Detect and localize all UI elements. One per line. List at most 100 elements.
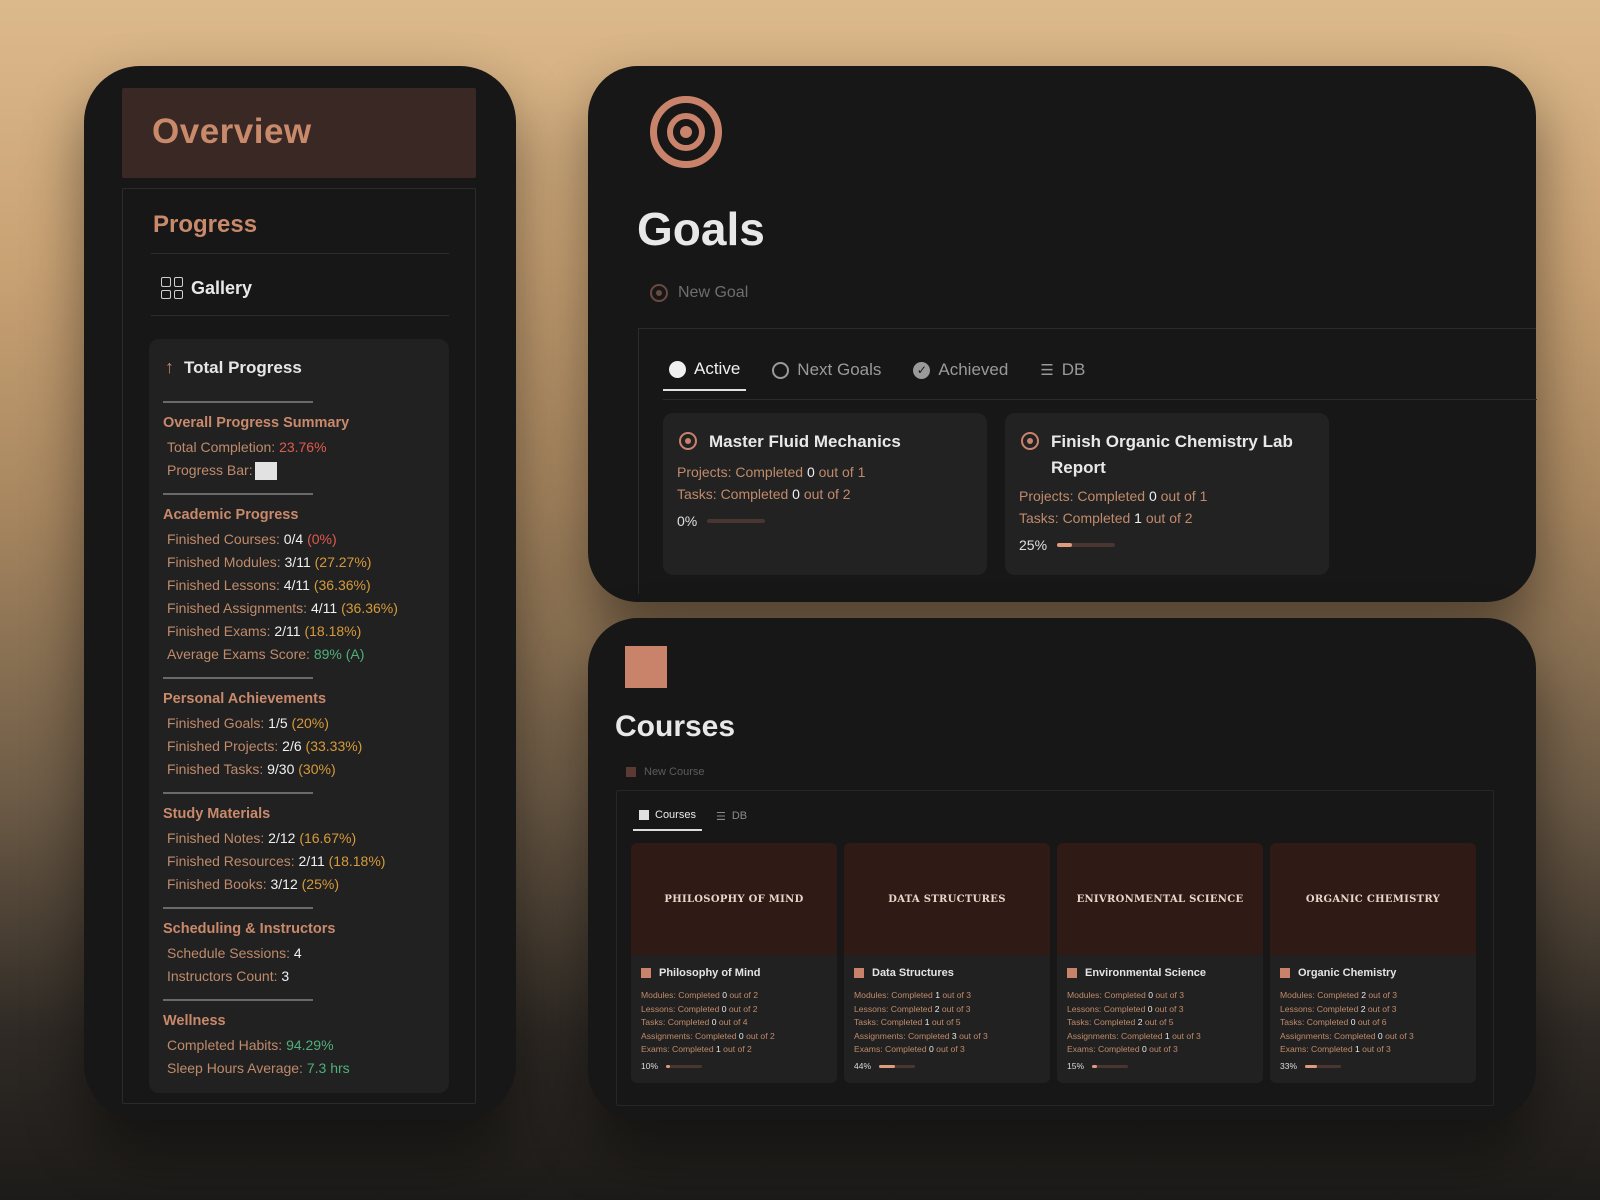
stat-section-title: Scheduling & Instructors xyxy=(163,921,336,937)
progress-fill xyxy=(1057,543,1072,547)
stat-label: Schedule Sessions: xyxy=(167,945,290,961)
value: 1 xyxy=(1355,1044,1360,1054)
course-progress: 15% xyxy=(1067,1061,1129,1071)
gallery-label: Gallery xyxy=(191,277,253,298)
database-icon: ☰ xyxy=(715,810,726,823)
tab-label: Next Goals xyxy=(797,360,882,379)
target-icon xyxy=(650,96,722,168)
stat-label: Finished Courses: xyxy=(167,531,280,547)
gallery-view-tab[interactable]: Gallery xyxy=(161,277,252,299)
course-name: Environmental Science xyxy=(1085,967,1207,979)
value: 1 xyxy=(1134,510,1142,526)
stat-line: Finished Books: 3/12 (25%) xyxy=(167,874,445,897)
value: 1 xyxy=(716,1044,721,1054)
label: out of 3 xyxy=(959,1030,988,1041)
stat-percent: (16.67%) xyxy=(299,830,357,846)
label: out of xyxy=(1160,488,1196,504)
progress-label: 33% xyxy=(1280,1061,1298,1071)
course-card[interactable]: DATA STRUCTURES Data Structures Modules: C… xyxy=(844,843,1050,1083)
label: out of 3 xyxy=(1149,1044,1178,1054)
label: out of 5 xyxy=(931,1017,961,1027)
label: Tasks: Completed xyxy=(677,486,789,502)
stat-line: Finished Resources: 2/11 (18.18%) xyxy=(167,851,445,874)
total-progress-card[interactable]: ↑ Total Progress Overall Progress Summar… xyxy=(149,339,449,1093)
tab-courses[interactable]: Courses xyxy=(633,805,702,831)
section-rule xyxy=(163,677,313,679)
section-rule xyxy=(163,907,313,909)
course-stat-line: Modules: Completed 0 out of 2 xyxy=(641,989,775,1003)
course-stats: Modules: Completed 0 out of 2 Lessons: Co… xyxy=(641,989,775,1057)
stat-line: Finished Notes: 2/12 (16.67%) xyxy=(167,828,445,851)
course-card[interactable]: PHILOSOPHY OF MIND Philosophy of Mind Modu… xyxy=(631,843,837,1083)
tab-active[interactable]: Active xyxy=(663,355,747,391)
square-icon xyxy=(625,646,667,688)
stat-label: Average Exams Score: xyxy=(167,646,310,662)
goal-card[interactable]: Master Fluid Mechanics Projects: Complet… xyxy=(663,413,987,575)
value: 0 xyxy=(1377,1030,1383,1041)
progress-fill xyxy=(879,1064,895,1068)
course-stat-line: Lessons: Completed 0 out of 3 xyxy=(1067,1003,1201,1017)
label: Lessons: Completed xyxy=(854,1003,933,1014)
course-name: Philosophy of Mind xyxy=(659,967,761,979)
course-stat-line: Modules: Completed 1 out of 3 xyxy=(854,989,988,1003)
stat-section-title: Overall Progress Summary xyxy=(163,415,350,431)
stat-value: 2/6 xyxy=(282,738,302,754)
course-name-row: Data Structures xyxy=(854,967,954,979)
label: out of 3 xyxy=(1362,1044,1391,1054)
label: out of 2 xyxy=(723,1044,752,1054)
label: Projects: Completed xyxy=(677,464,804,480)
label: Assignments: Completed xyxy=(641,1030,737,1041)
courses-panel: Courses New Course Courses ☰ DB PHILOSOP… xyxy=(588,618,1536,1120)
course-card[interactable]: ENIVRONMENTAL SCIENCE Environmental Scien… xyxy=(1057,843,1263,1083)
section-rule xyxy=(163,792,313,794)
value: 1 xyxy=(857,464,866,480)
goal-projects-line: Projects: Completed 0 out of 1 xyxy=(677,461,865,483)
course-cover-title: DATA STRUCTURES xyxy=(888,893,1006,905)
progress-track xyxy=(707,519,766,523)
value: 2 xyxy=(934,1003,940,1014)
courses-tabs: Courses ☰ DB xyxy=(633,805,753,831)
stat-value: 4/11 xyxy=(310,600,338,616)
square-icon xyxy=(1067,968,1077,978)
tab-db[interactable]: ☰ DB xyxy=(1034,356,1091,390)
course-card[interactable]: ORGANIC CHEMISTRY Organic Chemistry Module… xyxy=(1270,843,1476,1083)
tab-next-goals[interactable]: Next Goals xyxy=(766,356,887,390)
value: 1 xyxy=(935,990,940,1000)
course-cover: PHILOSOPHY OF MIND xyxy=(631,843,837,955)
square-icon xyxy=(854,968,864,978)
value: 0 xyxy=(1148,990,1153,1000)
label: out of 6 xyxy=(1357,1017,1387,1027)
stat-label: Finished Notes: xyxy=(167,830,265,846)
tab-achieved[interactable]: ✓ Achieved xyxy=(907,356,1014,390)
goal-tasks-line: Tasks: Completed 0 out of 2 xyxy=(677,483,865,505)
gallery-icon xyxy=(161,277,183,299)
tab-label: Active xyxy=(694,359,741,378)
course-cover-title: ORGANIC CHEMISTRY xyxy=(1305,893,1441,905)
goals-title: Goals xyxy=(637,203,765,255)
stat-line: Instructors Count: 3 xyxy=(167,966,445,989)
new-goal-button[interactable]: New Goal xyxy=(650,284,748,302)
progress-fill xyxy=(1305,1064,1317,1068)
label: out of 2 xyxy=(728,1003,758,1014)
value: 1 xyxy=(1199,488,1208,504)
tab-db[interactable]: ☰ DB xyxy=(710,806,753,831)
goal-card-header: Finish Organic Chemistry Lab Report xyxy=(1021,429,1311,481)
value: 0 xyxy=(1147,1003,1153,1014)
goal-tasks-line: Tasks: Completed 1 out of 2 xyxy=(1019,507,1207,529)
square-icon xyxy=(639,810,649,820)
tab-label: DB xyxy=(731,810,748,822)
goal-card[interactable]: Finish Organic Chemistry Lab Report Proj… xyxy=(1005,413,1329,575)
course-stat-line: Exams: Completed 1 out of 2 xyxy=(641,1043,775,1057)
course-name: Organic Chemistry xyxy=(1298,967,1397,979)
value: 0 xyxy=(738,1030,744,1041)
tab-label: Courses xyxy=(655,809,696,821)
label: out of 5 xyxy=(1144,1017,1174,1027)
course-stat-line: Assignments: Completed 0 out of 3 xyxy=(1280,1030,1414,1044)
course-name: Data Structures xyxy=(872,967,954,979)
value: 2 xyxy=(1361,990,1366,1000)
stat-line: Finished Projects: 2/6 (33.33%) xyxy=(167,736,445,759)
course-stat-line: Tasks: Completed 1 out of 5 xyxy=(854,1016,988,1030)
stat-label: Sleep Hours Average: xyxy=(167,1060,303,1076)
new-course-button[interactable]: New Course xyxy=(626,766,705,778)
section-rule xyxy=(163,493,313,495)
